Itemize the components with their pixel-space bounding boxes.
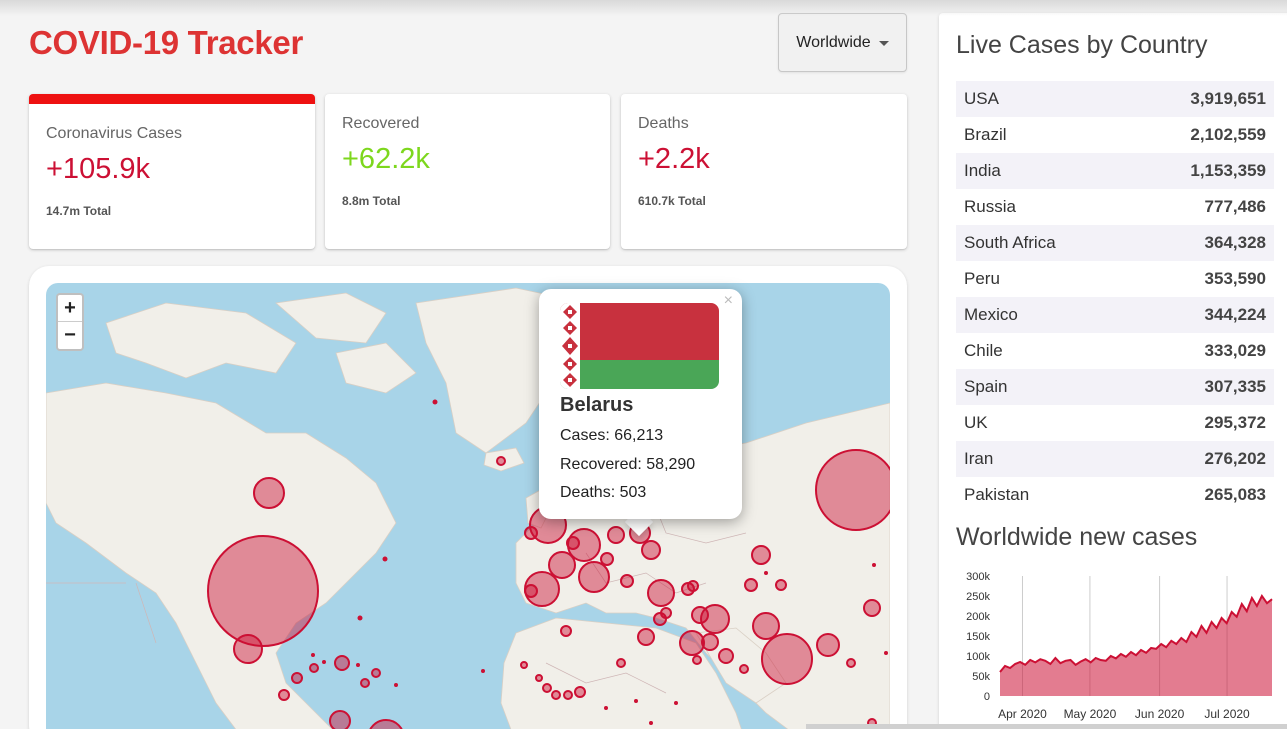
country-cases: 2,102,559 <box>1190 125 1266 144</box>
country-cases: 344,224 <box>1204 305 1266 324</box>
country-select-value: Worldwide <box>796 33 871 51</box>
popup-cases: Cases: 66,213 <box>560 427 664 444</box>
x-tick-label: Jun 2020 <box>1135 707 1185 721</box>
country-cases: 276,202 <box>1204 449 1266 468</box>
table-row: UK 295,372 <box>956 405 1274 441</box>
table-row: India 1,153,359 <box>956 153 1274 189</box>
y-tick-label: 150k <box>966 631 990 643</box>
x-tick-label: Apr 2020 <box>998 707 1047 721</box>
country-cases: 3,919,651 <box>1190 89 1266 108</box>
y-tick-label: 300k <box>966 571 990 583</box>
stat-total: 610.7k Total <box>638 194 706 208</box>
country-cases: 333,029 <box>1204 341 1266 360</box>
country-cases: 777,486 <box>1204 197 1266 216</box>
popup-country-name: Belarus <box>560 394 634 416</box>
table-row: USA 3,919,651 <box>956 81 1274 117</box>
y-tick-label: 250k <box>966 591 990 603</box>
map-tiles <box>46 287 890 729</box>
country-cases: 1,153,359 <box>1190 161 1266 180</box>
country-name: Brazil <box>964 125 1007 144</box>
stat-value: +2.2k <box>638 143 710 175</box>
y-tick-label: 200k <box>966 611 990 623</box>
table-row: Mexico 344,224 <box>956 297 1274 333</box>
world-map[interactable]: + − <box>46 283 890 729</box>
stat-card-cases[interactable]: Coronavirus Cases +105.9k 14.7m Total <box>29 94 315 249</box>
stat-total: 8.8m Total <box>342 194 401 208</box>
y-tick-label: 0 <box>984 691 990 703</box>
x-tick-label: May 2020 <box>1064 707 1117 721</box>
country-select-dropdown[interactable]: Worldwide <box>778 13 907 72</box>
live-cases-title: Live Cases by Country <box>956 31 1208 59</box>
country-popup: × Belarus Cases: 66,213 Recovered: 58,29… <box>539 289 742 519</box>
app-title: COVID-19 Tracker <box>29 24 304 61</box>
popup-deaths: Deaths: 503 <box>560 484 647 501</box>
country-cases: 307,335 <box>1204 377 1266 396</box>
country-name: India <box>964 161 1001 180</box>
popup-close-button[interactable]: × <box>724 292 733 310</box>
y-tick-label: 100k <box>966 651 990 663</box>
popup-recovered: Recovered: 58,290 <box>560 456 696 473</box>
country-cases: 364,328 <box>1204 233 1266 252</box>
belarus-flag <box>560 303 719 389</box>
table-row: Russia 777,486 <box>956 189 1274 225</box>
stat-total: 14.7m Total <box>46 204 112 218</box>
country-name: Spain <box>964 377 1008 396</box>
country-cases: 295,372 <box>1204 413 1266 432</box>
zoom-in-button[interactable]: + <box>58 295 82 322</box>
stat-title: Coronavirus Cases <box>46 125 183 142</box>
stat-title: Deaths <box>638 115 689 132</box>
table-row: Peru 353,590 <box>956 261 1274 297</box>
country-name: Russia <box>964 197 1016 216</box>
table-row: Chile 333,029 <box>956 333 1274 369</box>
table-row: South Africa 364,328 <box>956 225 1274 261</box>
table-row: Brazil 2,102,559 <box>956 117 1274 153</box>
country-cases: 353,590 <box>1204 269 1266 288</box>
stat-value: +105.9k <box>46 153 151 185</box>
country-cases-table: USA 3,919,651 Brazil 2,102,559 India 1,153,35… <box>956 81 1274 513</box>
new-cases-chart: 0 50k 100k 150k 200k 250k 300k Apr 2020 May 2020… <box>950 566 1280 729</box>
y-tick-label: 50k <box>972 671 990 683</box>
table-row: Iran 276,202 <box>956 441 1274 477</box>
chevron-down-icon <box>878 41 889 46</box>
country-name: Peru <box>964 269 1000 288</box>
country-name: Pakistan <box>964 485 1030 504</box>
country-cases: 265,083 <box>1204 485 1266 504</box>
stat-card-deaths[interactable]: Deaths +2.2k 610.7k Total <box>621 94 907 249</box>
country-name: Mexico <box>964 305 1018 324</box>
chart-svg: 0 50k 100k 150k 200k 250k 300k Apr 2020 May 2020… <box>966 571 1273 721</box>
table-row: Pakistan 265,083 <box>956 477 1274 513</box>
stat-value: +62.2k <box>342 143 430 175</box>
country-name: USA <box>964 89 999 108</box>
country-name: Iran <box>964 449 994 468</box>
chart-title: Worldwide new cases <box>956 523 1198 551</box>
x-tick-label: Jul 2020 <box>1204 707 1250 721</box>
table-row: Spain 307,335 <box>956 369 1274 405</box>
zoom-control: + − <box>56 293 84 351</box>
bottom-scrollbar <box>806 724 1287 729</box>
country-name: Chile <box>964 341 1003 360</box>
zoom-out-button[interactable]: − <box>58 322 82 349</box>
country-name: South Africa <box>964 233 1056 252</box>
country-name: UK <box>964 413 988 432</box>
stat-title: Recovered <box>342 115 420 132</box>
stat-card-recovered[interactable]: Recovered +62.2k 8.8m Total <box>325 94 610 249</box>
